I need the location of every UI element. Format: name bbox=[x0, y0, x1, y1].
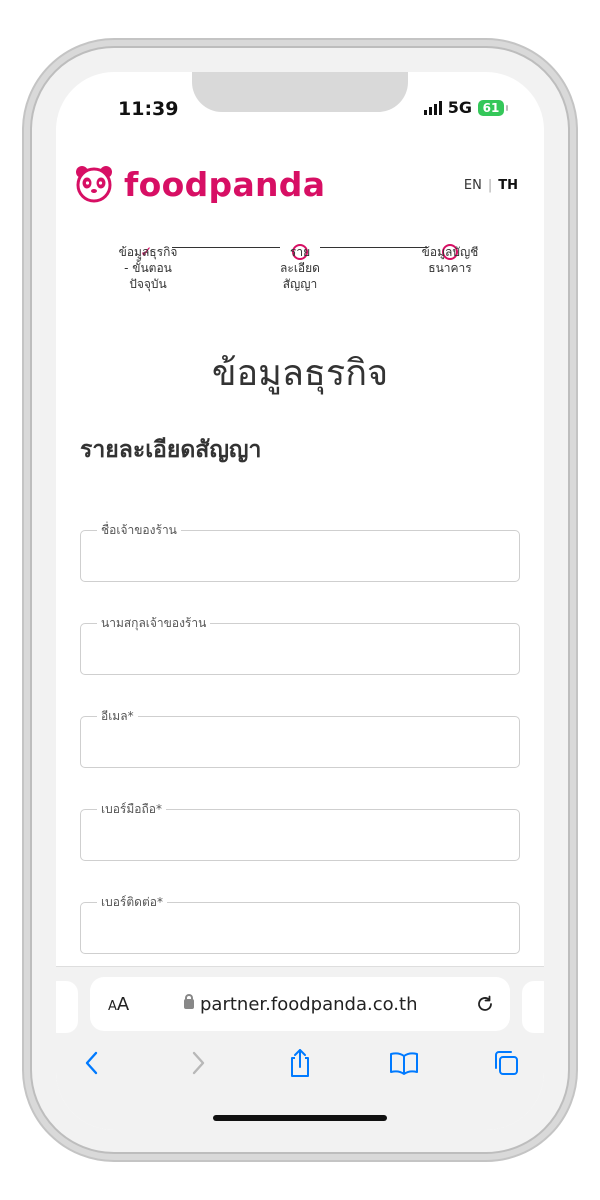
share-icon bbox=[291, 1049, 309, 1077]
phone-screen: 11:39 5G 61 foodpanda EN | TH ✓ ข้อมูลธุ… bbox=[56, 72, 544, 1130]
owner-first-name-input[interactable] bbox=[81, 531, 519, 581]
lang-en-link[interactable]: EN bbox=[464, 178, 482, 193]
email-input[interactable] bbox=[81, 717, 519, 767]
signal-bars-icon bbox=[423, 100, 442, 115]
progress-stepper: ✓ ข้อมูลธุรกิจ - ขั้นตอนปัจจุบัน รายละเอ… bbox=[56, 232, 544, 322]
mobile-phone-input[interactable] bbox=[81, 810, 519, 860]
owner-last-name-input[interactable] bbox=[81, 624, 519, 674]
url-display[interactable]: partner.foodpanda.co.th bbox=[184, 994, 417, 1015]
lang-th-link[interactable]: TH bbox=[498, 178, 518, 193]
lock-icon bbox=[184, 994, 194, 1009]
brand-logo[interactable]: foodpanda bbox=[74, 164, 325, 204]
previous-tab-peek[interactable] bbox=[56, 981, 78, 1033]
owner-last-name-field[interactable]: นามสกุลเจ้าของร้าน bbox=[80, 614, 520, 675]
battery-icon: 61 bbox=[478, 99, 508, 116]
page-title: ข้อมูลธุรกิจ bbox=[211, 353, 389, 394]
lang-separator: | bbox=[487, 178, 493, 193]
network-type: 5G bbox=[447, 98, 472, 117]
next-tab-peek[interactable] bbox=[522, 981, 544, 1033]
email-field[interactable]: อีเมล* bbox=[80, 707, 520, 768]
book-icon bbox=[390, 1052, 418, 1075]
url-text: partner.foodpanda.co.th bbox=[200, 993, 418, 1015]
owner-first-name-field[interactable]: ชื่อเจ้าของร้าน bbox=[80, 521, 520, 582]
phone-notch bbox=[192, 72, 408, 112]
back-button[interactable] bbox=[74, 1045, 110, 1081]
mobile-phone-field[interactable]: เบอร์มือถือ* bbox=[80, 800, 520, 861]
tabs-button[interactable] bbox=[488, 1045, 524, 1081]
browser-nav-row bbox=[56, 1045, 544, 1085]
address-bar[interactable]: AA partner.foodpanda.co.th bbox=[90, 977, 510, 1031]
step-label: ข้อมูลบัญชีธนาคาร bbox=[421, 245, 479, 276]
step-label: รายละเอียดสัญญา bbox=[280, 245, 320, 292]
home-indicator bbox=[213, 1115, 387, 1121]
panda-icon bbox=[76, 166, 112, 203]
forward-button[interactable] bbox=[180, 1045, 216, 1081]
step-bank-info[interactable]: ข้อมูลบัญชีธนาคาร bbox=[410, 236, 490, 276]
brand-name: foodpanda bbox=[124, 164, 326, 204]
reload-icon[interactable] bbox=[474, 993, 496, 1015]
share-button[interactable] bbox=[282, 1045, 318, 1081]
tabs-icon bbox=[495, 1051, 518, 1075]
browser-toolbar: AA partner.foodpanda.co.th bbox=[56, 966, 544, 1130]
chevron-right-icon bbox=[192, 1051, 205, 1075]
section-title: รายละเอียดสัญญา bbox=[80, 437, 262, 463]
chevron-left-icon bbox=[85, 1051, 98, 1075]
contact-phone-input[interactable] bbox=[81, 903, 519, 953]
bookmarks-button[interactable] bbox=[386, 1045, 422, 1081]
step-contract-details[interactable]: รายละเอียดสัญญา bbox=[260, 236, 340, 293]
step-business-info[interactable]: ✓ ข้อมูลธุรกิจ - ขั้นตอนปัจจุบัน bbox=[108, 236, 188, 293]
status-time: 11:39 bbox=[118, 98, 179, 120]
contact-phone-field[interactable]: เบอร์ติดต่อ* bbox=[80, 893, 520, 954]
status-icons: 5G 61 bbox=[423, 98, 508, 117]
text-size-button[interactable]: AA bbox=[108, 994, 129, 1015]
step-label: ข้อมูลธุรกิจ - ขั้นตอนปัจจุบัน bbox=[118, 245, 178, 292]
language-switcher: EN | TH bbox=[464, 178, 518, 193]
